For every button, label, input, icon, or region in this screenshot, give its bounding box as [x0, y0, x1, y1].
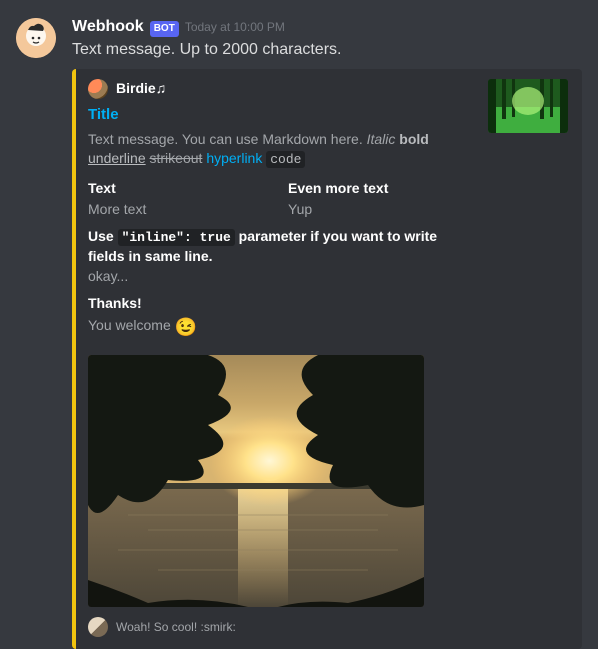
- embed-author-icon: [88, 79, 108, 99]
- field-name-code: "inline": true: [118, 229, 235, 246]
- desc-hyperlink[interactable]: hyperlink: [206, 150, 262, 166]
- embed-footer-text: Woah! So cool! :smirk:: [116, 619, 236, 636]
- field-value-text: You welcome: [88, 317, 175, 333]
- embed-fields: Text More text Even more text Yup Use "i…: [88, 179, 472, 347]
- embed-field: Thanks! You welcome 😉: [88, 294, 472, 339]
- embed-field: Even more text Yup: [288, 179, 472, 219]
- field-name-pre: Use: [88, 228, 118, 244]
- desc-code: code: [266, 151, 305, 168]
- avatar[interactable]: [16, 18, 56, 58]
- embed-author-name: Birdie♫: [116, 79, 166, 98]
- desc-underline: underline: [88, 150, 146, 166]
- embed-description: Text message. You can use Markdown here.…: [88, 130, 472, 170]
- embed-field: Text More text: [88, 179, 272, 219]
- embed-footer-icon: [88, 617, 108, 637]
- embed: Birdie♫ Title Text message. You can use …: [72, 69, 582, 649]
- message-header: Webhook BOT Today at 10:00 PM: [72, 16, 582, 38]
- field-value: More text: [88, 200, 272, 219]
- embed-image[interactable]: [88, 355, 424, 607]
- bot-tag: BOT: [150, 21, 179, 37]
- message: Webhook BOT Today at 10:00 PM Text messa…: [16, 16, 582, 649]
- embed-field: Use "inline": true parameter if you want…: [88, 227, 472, 286]
- desc-strikeout: strikeout: [150, 150, 203, 166]
- field-name: Use "inline": true parameter if you want…: [88, 227, 472, 266]
- desc-prefix: Text message. You can use Markdown here.: [88, 131, 367, 147]
- field-value: okay...: [88, 267, 472, 286]
- field-value: You welcome 😉: [88, 315, 472, 340]
- desc-bold: bold: [399, 131, 429, 147]
- desc-italic: Italic: [367, 131, 396, 147]
- field-name: Text: [88, 179, 272, 198]
- field-value: Yup: [288, 200, 472, 219]
- message-content: Text message. Up to 2000 characters.: [72, 39, 582, 61]
- embed-footer: Woah! So cool! :smirk:: [88, 617, 472, 637]
- timestamp: Today at 10:00 PM: [185, 19, 285, 36]
- embed-thumbnail[interactable]: [488, 79, 568, 133]
- message-body: Webhook BOT Today at 10:00 PM Text messa…: [72, 16, 582, 649]
- embed-author[interactable]: Birdie♫: [88, 79, 472, 99]
- embed-title[interactable]: Title: [88, 105, 472, 126]
- username[interactable]: Webhook: [72, 16, 144, 38]
- field-name: Even more text: [288, 179, 472, 198]
- wink-emoji-icon: 😉: [175, 315, 197, 340]
- field-name: Thanks!: [88, 294, 472, 313]
